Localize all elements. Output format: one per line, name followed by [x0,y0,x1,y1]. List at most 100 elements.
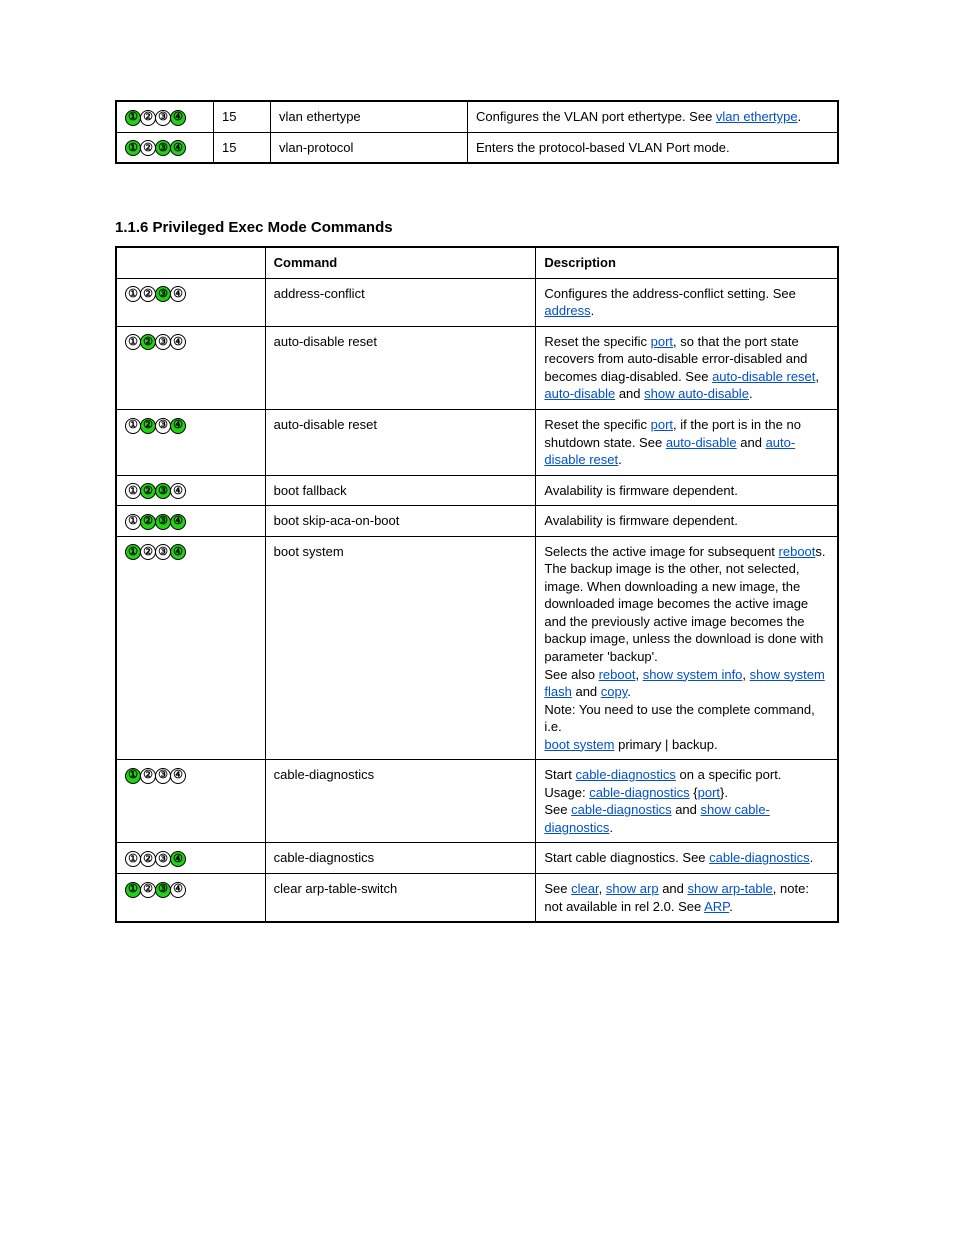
description-cell: Selects the active image for subsequent … [536,536,838,760]
doc-link[interactable]: address [544,303,590,318]
mode-indicator-group: ①②③④ [125,109,185,124]
description-cell: Avalability is firmware dependent. [536,475,838,506]
mode-indicator-group: ①②③④ [125,513,185,528]
mode-indicator-1: ① [125,514,141,530]
mode-indicator-4: ④ [170,418,186,434]
mode-indicator-3: ③ [155,544,171,560]
doc-link[interactable]: copy [601,684,628,699]
modes-cell: ①②③④ [116,536,265,760]
modes-cell: ①②③④ [116,132,214,163]
doc-link[interactable]: show arp [606,881,659,896]
page: ①②③④15vlan ethertypeConfigures the VLAN … [0,0,954,1023]
table-row: ①②③④cable-diagnosticsStart cable-diagnos… [116,760,838,843]
mode-indicator-group: ①②③④ [125,417,185,432]
doc-link[interactable]: clear [571,881,598,896]
command-cell: clear arp-table-switch [265,874,536,923]
command-cell: address-conflict [265,278,536,326]
description-cell: See clear, show arp and show arp-table, … [536,874,838,923]
command-cell: auto-disable reset [265,326,536,409]
doc-link[interactable]: cable-diagnostics [709,850,809,865]
mode-indicator-4: ④ [170,851,186,867]
command-cell: boot fallback [265,475,536,506]
doc-link[interactable]: reboot [779,544,816,559]
mode-indicator-2: ② [140,418,156,434]
table-row: ①②③④ boot systemSelects the active image … [116,536,838,760]
doc-link[interactable]: cable-diagnostics [589,785,689,800]
doc-link[interactable]: show arp-table [688,881,773,896]
description-cell: Avalability is firmware dependent. [536,506,838,537]
mode-indicator-4: ④ [170,140,186,156]
table-row: ①②③④ boot fallbackAvalability is firmware… [116,475,838,506]
command-table-2: Command Description ①②③④address-conflict… [115,246,839,923]
mode-indicator-3: ③ [155,768,171,784]
mode-indicator-2: ② [140,110,156,126]
section-title: 1.1.6 Privileged Exec Mode Commands [115,219,839,236]
table-row: ①②③④address-conflictConfigures the addre… [116,278,838,326]
doc-link[interactable]: ARP [704,899,729,914]
mode-indicator-group: ①②③④ [125,850,185,865]
table-row: ①②③④ clear arp-table-switchSee clear, sho… [116,874,838,923]
privilege-cell: 15 [214,132,271,163]
command-table-1: ①②③④15vlan ethertypeConfigures the VLAN … [115,100,839,164]
mode-indicator-2: ② [140,851,156,867]
doc-link[interactable]: auto-disable reset [712,369,815,384]
modes-cell: ①②③④ [116,278,265,326]
mode-indicator-2: ② [140,882,156,898]
modes-cell: ①②③④ [116,760,265,843]
doc-link[interactable]: port [698,785,720,800]
mode-indicator-4: ④ [170,110,186,126]
table2-header-description: Description [536,247,838,278]
mode-indicator-3: ③ [155,110,171,126]
table-row: ①②③④auto-disable resetReset the specific… [116,326,838,409]
modes-cell: ①②③④ [116,506,265,537]
mode-indicator-1: ① [125,286,141,302]
mode-indicator-group: ①②③④ [125,483,185,498]
modes-cell: ①②③④ [116,874,265,923]
mode-indicator-3: ③ [155,514,171,530]
mode-indicator-1: ① [125,140,141,156]
doc-link[interactable]: auto-disable [666,435,737,450]
mode-indicator-3: ③ [155,851,171,867]
modes-cell: ①②③④ [116,101,214,132]
doc-link[interactable]: reboot [599,667,636,682]
mode-indicator-1: ① [125,544,141,560]
mode-indicator-2: ② [140,514,156,530]
mode-indicator-4: ④ [170,514,186,530]
mode-indicator-2: ② [140,544,156,560]
doc-link[interactable]: auto-disable [544,386,615,401]
mode-indicator-4: ④ [170,286,186,302]
mode-indicator-group: ①②③④ [125,334,185,349]
mode-indicator-3: ③ [155,882,171,898]
doc-link[interactable]: cable-diagnostics [575,767,675,782]
mode-indicator-1: ① [125,110,141,126]
mode-indicator-group: ①②③④ [125,881,185,896]
mode-indicator-4: ④ [170,768,186,784]
doc-link[interactable]: cable-diagnostics [571,802,671,817]
doc-link[interactable]: boot system [544,737,614,752]
description-cell: Start cable diagnostics. See cable-diagn… [536,843,838,874]
command-cell: cable-diagnostics [265,843,536,874]
command-cell: boot skip-aca-on-boot [265,506,536,537]
modes-cell: ①②③④ [116,326,265,409]
mode-indicator-3: ③ [155,334,171,350]
mode-indicator-group: ①②③④ [125,140,185,155]
mode-indicator-group: ①②③④ [125,286,185,301]
doc-link[interactable]: port [651,417,673,432]
doc-link[interactable]: port [651,334,673,349]
description-cell: Enters the protocol-based VLAN Port mode… [468,132,839,163]
doc-link[interactable]: show auto-disable [644,386,749,401]
doc-link[interactable]: show system info [643,667,743,682]
command-cell: auto-disable reset [265,409,536,475]
modes-cell: ①②③④ [116,475,265,506]
mode-indicator-3: ③ [155,483,171,499]
command-cell: vlan-protocol [271,132,468,163]
mode-indicator-3: ③ [155,140,171,156]
description-cell: Configures the VLAN port ethertype. See … [468,101,839,132]
modes-cell: ①②③④ [116,409,265,475]
mode-indicator-1: ① [125,882,141,898]
mode-indicator-group: ①②③④ [125,767,185,782]
mode-indicator-1: ① [125,483,141,499]
doc-link[interactable]: vlan ethertype [716,109,798,124]
mode-indicator-2: ② [140,286,156,302]
mode-indicator-1: ① [125,334,141,350]
